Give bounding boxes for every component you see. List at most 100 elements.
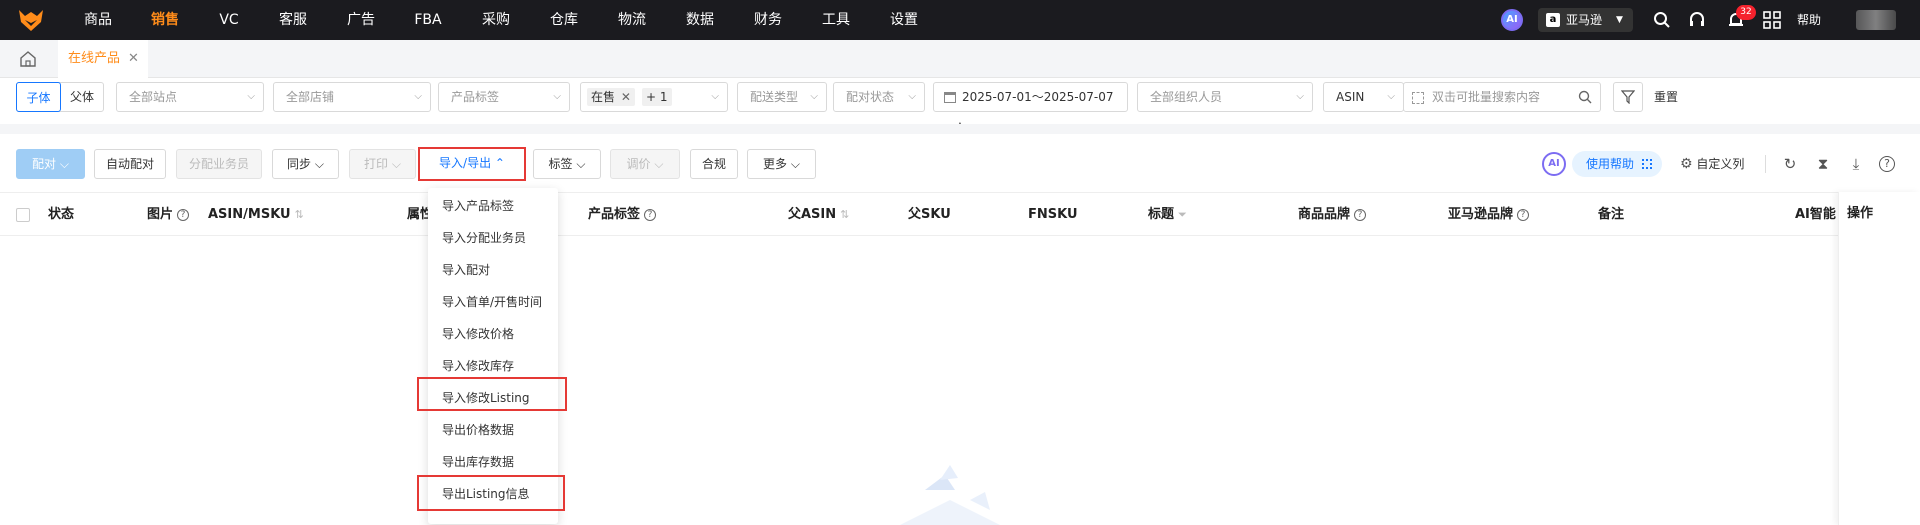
status-more-chip: + 1	[642, 88, 672, 106]
listing-status-select[interactable]: 在售 ✕ + 1 ⌵	[580, 82, 728, 112]
tags-button[interactable]: 标签 ⌵	[533, 149, 601, 179]
nav-item-purchase[interactable]: 采购	[468, 0, 524, 40]
caret-down-icon: ▼	[1616, 15, 1623, 25]
date-range-picker[interactable]: 2025-07-01～2025-07-07	[933, 82, 1128, 112]
menu-item-import-assign-salesman[interactable]: 导入分配业务员	[442, 228, 526, 248]
sync-button[interactable]: 同步 ⌵	[272, 149, 339, 179]
col-image-label: 图片	[147, 207, 174, 222]
tab-online-products[interactable]: 在线产品 ✕	[58, 40, 148, 78]
more-button[interactable]: 更多 ⌵	[747, 149, 816, 179]
reset-button[interactable]: 重置	[1654, 82, 1678, 112]
apps-grid-icon[interactable]	[1763, 11, 1781, 29]
headset-icon[interactable]	[1688, 11, 1706, 29]
custom-columns-button[interactable]: ⚙ 自定义列	[1680, 149, 1744, 179]
parent-toggle-button[interactable]: 父体	[61, 83, 103, 111]
print-button-label: 打印	[364, 157, 389, 171]
col-amazon-brand-label: 亚马逊品牌	[1448, 207, 1514, 222]
child-toggle-button[interactable]: 子体	[16, 82, 61, 112]
adjust-price-button[interactable]: 调价 ⌵	[610, 149, 680, 179]
search-icon[interactable]	[1653, 11, 1671, 29]
menu-item-export-price-data[interactable]: 导出价格数据	[442, 420, 514, 440]
assign-salesman-button[interactable]: 分配业务员	[176, 149, 262, 179]
search-icon[interactable]	[1578, 90, 1592, 104]
col-asin-msku: ASIN/MSKU ⇅	[208, 193, 304, 237]
nav-item-fba[interactable]: FBA	[400, 0, 456, 40]
ai-assistant-icon[interactable]: AI	[1501, 9, 1523, 31]
fox-logo-icon[interactable]	[18, 8, 44, 32]
col-product-tag: 产品标签?	[588, 193, 657, 237]
filter-icon[interactable]: ⏷	[1178, 208, 1187, 221]
close-icon[interactable]: ✕	[128, 40, 139, 78]
nav-item-finance[interactable]: 财务	[740, 0, 796, 40]
child-parent-toggle: 子体 父体	[16, 82, 104, 112]
action-column: 操作	[1838, 192, 1920, 525]
nav-item-sales[interactable]: 销售	[135, 0, 195, 40]
menu-item-import-product-tags[interactable]: 导入产品标签	[442, 196, 514, 216]
search-field-select[interactable]: ASIN ⌵	[1323, 82, 1404, 112]
user-avatar[interactable]	[1856, 10, 1896, 30]
nav-item-vc[interactable]: VC	[205, 0, 253, 40]
col-asin-msku-label: ASIN/MSKU	[208, 207, 291, 222]
print-button[interactable]: 打印 ⌵	[349, 149, 416, 179]
home-icon[interactable]	[18, 49, 38, 69]
batch-grid-icon	[1412, 91, 1424, 104]
date-range-value: 2025-07-01～2025-07-07	[962, 90, 1114, 104]
sync-button-label: 同步	[287, 157, 312, 171]
pair-button[interactable]: 配对 ⌵	[16, 149, 85, 179]
menu-item-import-modify-stock[interactable]: 导入修改库存	[442, 356, 514, 376]
chevron-down-icon: ⌵	[654, 157, 664, 171]
auto-pair-button[interactable]: 自动配对	[94, 149, 166, 179]
col-amazon-brand: 亚马逊品牌?	[1448, 193, 1530, 237]
menu-item-import-modify-price[interactable]: 导入修改价格	[442, 324, 514, 344]
marketplace-selector[interactable]: a 亚马逊 ▼	[1538, 8, 1633, 32]
question-icon[interactable]: ?	[177, 208, 190, 221]
nav-item-data[interactable]: 数据	[672, 0, 728, 40]
amazon-logo-icon: a	[1546, 13, 1560, 27]
nav-item-products[interactable]: 商品	[70, 0, 126, 40]
col-ai-smart: AI智能	[1795, 207, 1836, 222]
tags-button-label: 标签	[548, 157, 573, 171]
select-all-checkbox[interactable]	[16, 208, 30, 222]
delivery-type-select[interactable]: 配送类型 ⌵	[737, 82, 827, 112]
nav-item-logistics[interactable]: 物流	[604, 0, 660, 40]
nav-item-ads[interactable]: 广告	[333, 0, 389, 40]
nav-item-warehouse[interactable]: 仓库	[536, 0, 592, 40]
site-select[interactable]: 全部站点 ⌵	[116, 82, 264, 112]
help-link[interactable]: 帮助	[1797, 0, 1821, 40]
menu-item-export-stock-data[interactable]: 导出库存数据	[442, 452, 514, 472]
question-icon[interactable]: ?	[644, 208, 657, 221]
hourglass-icon[interactable]: ⧗	[1814, 155, 1832, 173]
question-icon[interactable]: ?	[1517, 208, 1530, 221]
help-circle-icon[interactable]: ?	[1879, 156, 1895, 172]
sort-icon[interactable]: ⇅	[840, 208, 849, 221]
nav-item-tools[interactable]: 工具	[808, 0, 864, 40]
toolbar-divider	[1765, 155, 1766, 173]
menu-item-import-first-order-time[interactable]: 导入首单/开售时间	[442, 292, 542, 312]
filter-icon	[1621, 90, 1635, 104]
sort-icon[interactable]: ⇅	[295, 208, 304, 221]
store-select[interactable]: 全部店铺 ⌵	[273, 82, 431, 112]
ai-assistant-icon[interactable]: AI	[1542, 152, 1566, 176]
batch-search-input[interactable]: 双击可批量搜索内容	[1403, 82, 1601, 112]
pair-status-select[interactable]: 配对状态 ⌵	[833, 82, 925, 112]
chip-close-icon[interactable]: ✕	[621, 90, 631, 104]
compliance-button[interactable]: 合规	[690, 149, 738, 179]
marketplace-label: 亚马逊	[1566, 13, 1603, 27]
custom-columns-label: 自定义列	[1696, 157, 1745, 171]
col-image: 图片?	[147, 193, 190, 237]
pair-button-label: 配对	[32, 157, 57, 171]
org-staff-select[interactable]: 全部组织人员 ⌵	[1137, 82, 1313, 112]
nav-item-settings[interactable]: 设置	[876, 0, 932, 40]
advanced-filter-button[interactable]	[1613, 82, 1643, 112]
menu-item-import-pairing[interactable]: 导入配对	[442, 260, 490, 280]
usage-help-button[interactable]: 使用帮助	[1572, 151, 1662, 177]
site-select-placeholder: 全部站点	[129, 90, 178, 104]
refresh-icon[interactable]: ↻	[1781, 155, 1799, 173]
question-icon[interactable]: ?	[1354, 208, 1367, 221]
nav-item-customer-service[interactable]: 客服	[265, 0, 321, 40]
download-icon[interactable]: ⤓	[1847, 155, 1865, 173]
product-tag-select[interactable]: 产品标签 ⌵	[438, 82, 570, 112]
chevron-down-icon: ⌵	[576, 157, 586, 171]
chevron-down-icon: ⌵	[59, 157, 69, 171]
col-product-brand-label: 商品品牌	[1298, 207, 1351, 222]
